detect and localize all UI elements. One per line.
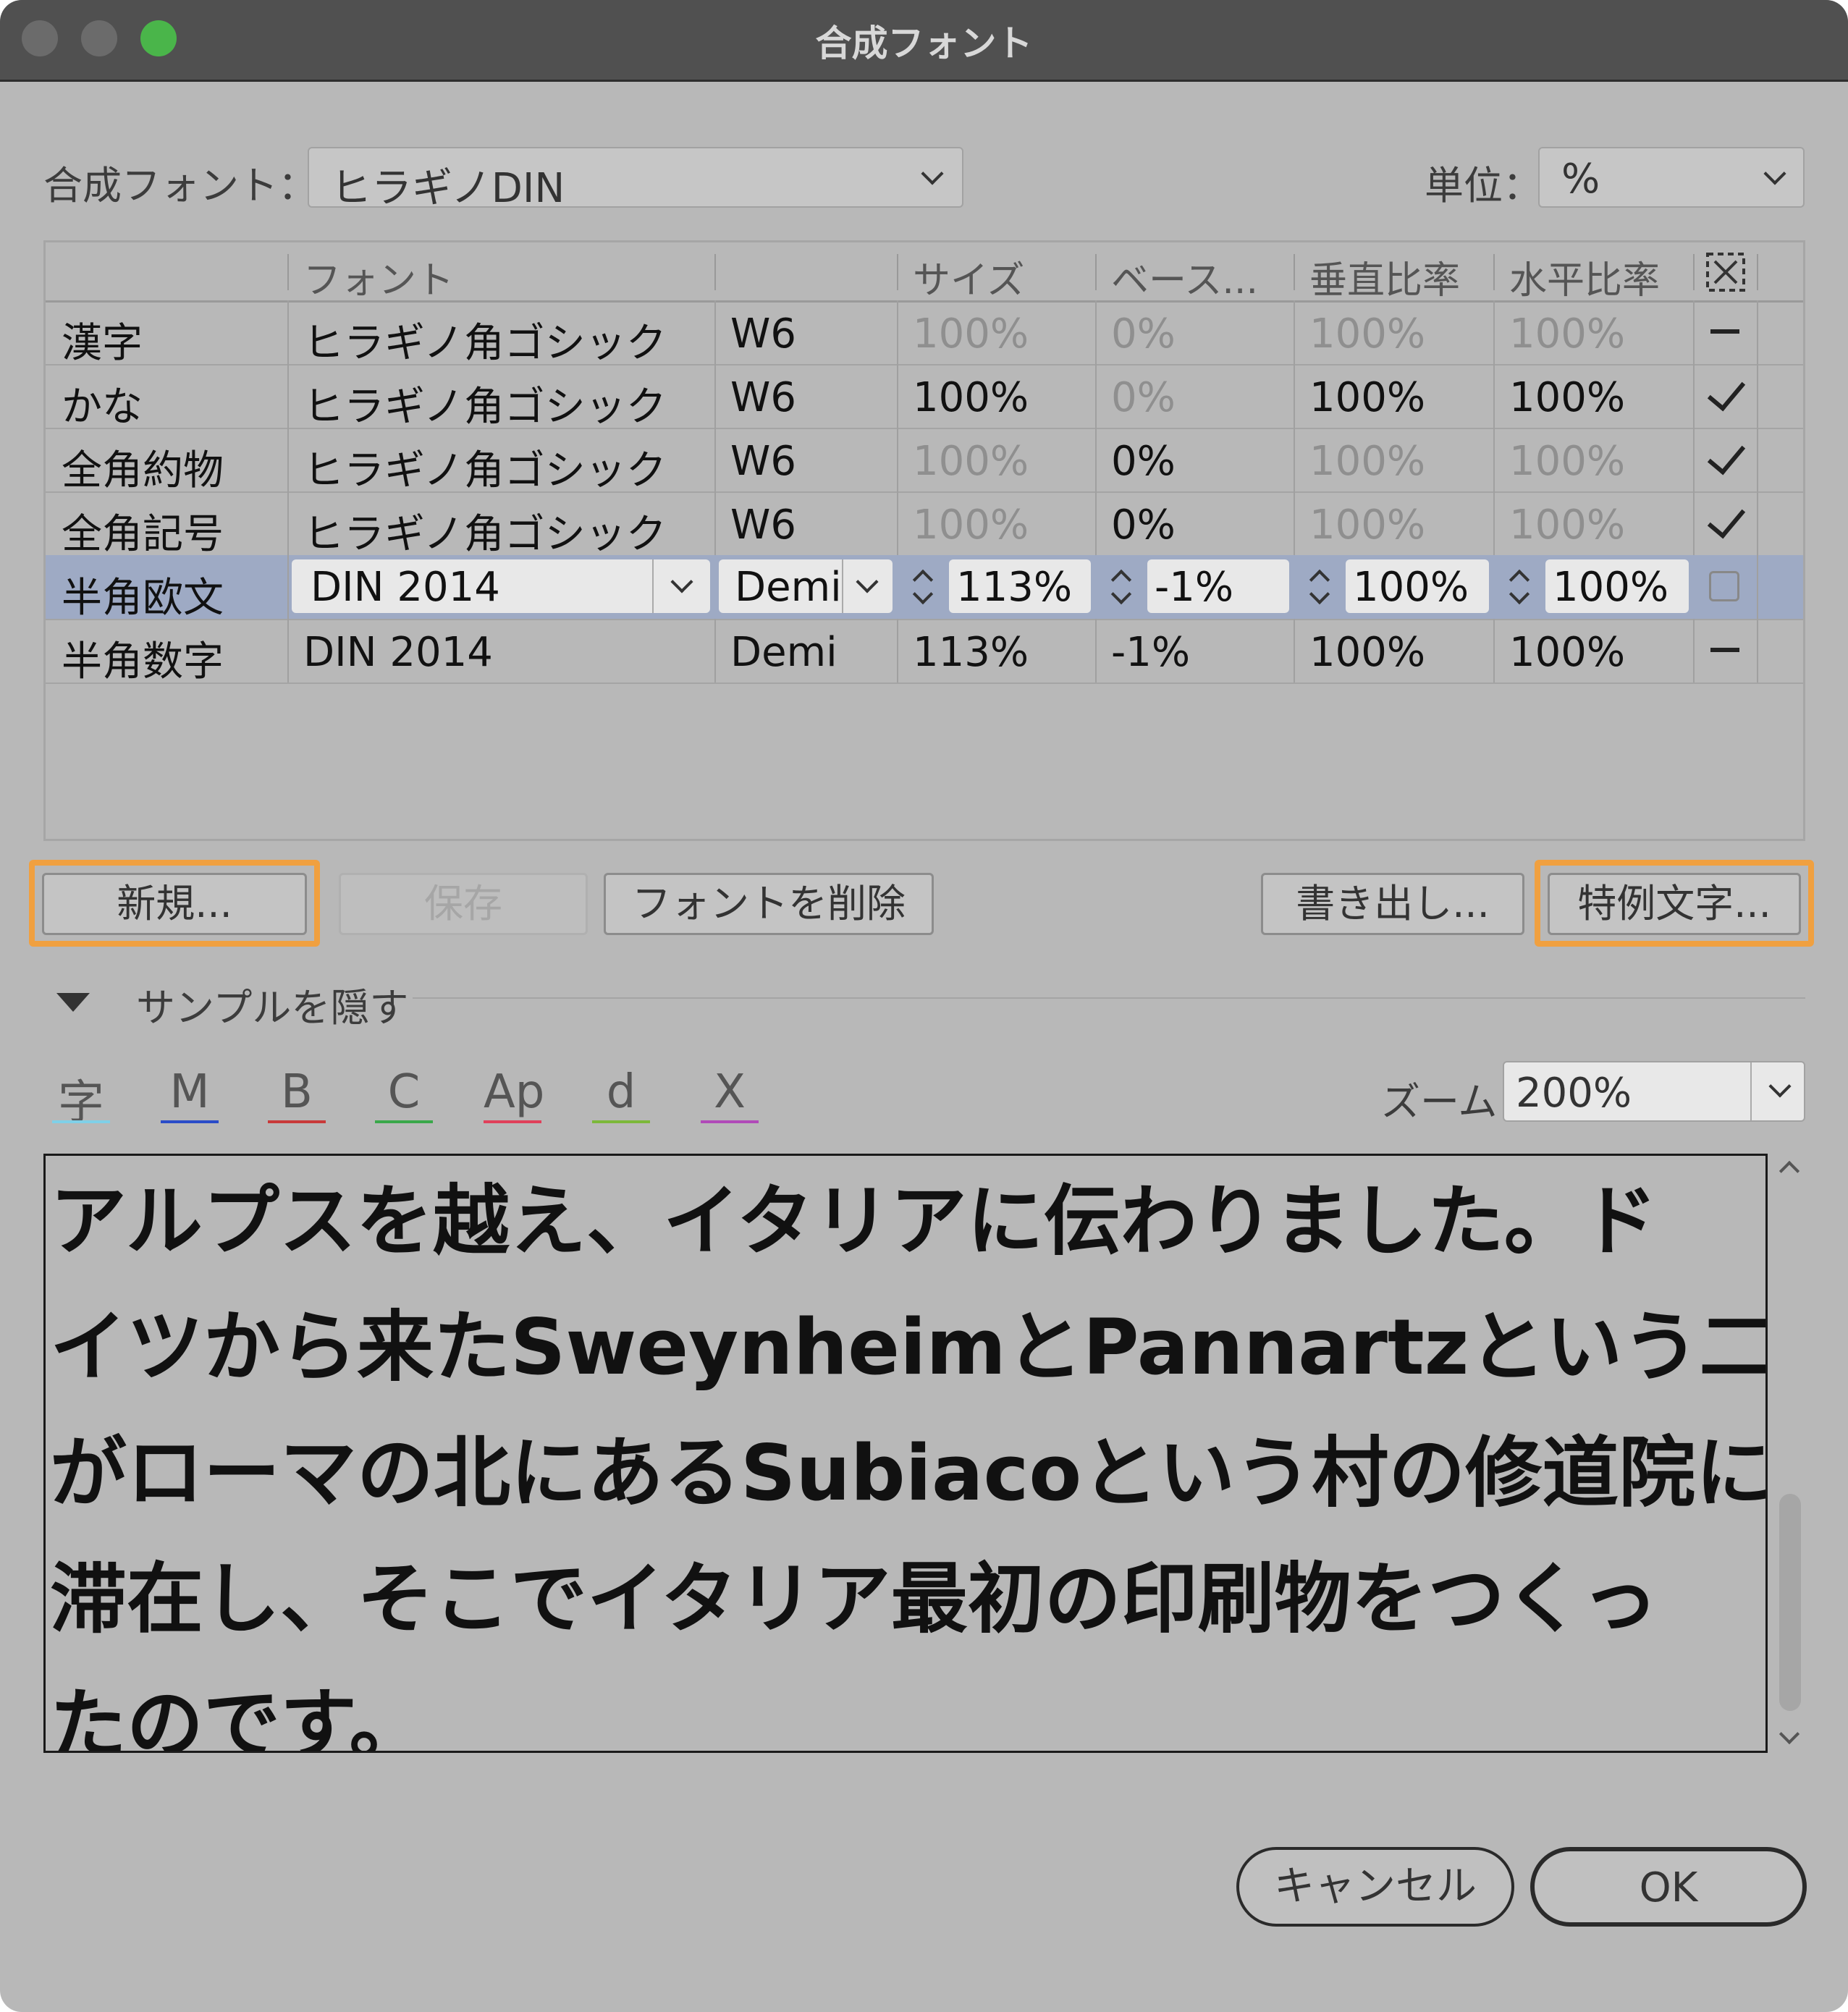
unit-label: 単位： (1425, 163, 1542, 208)
cancel-button[interactable]: キャンセル (1236, 1847, 1514, 1927)
tool-cap-height-icon[interactable]: C (375, 1065, 433, 1119)
delete-font-button[interactable]: フォントを削除 (604, 873, 934, 935)
chevron-down-icon (921, 162, 944, 185)
mixed-state-icon[interactable] (1710, 648, 1739, 652)
table-row[interactable]: かな ヒラギノ角ゴシック W6 100% 0% 100% 100% (46, 364, 1803, 431)
header-horizontal-scale[interactable]: 水平比率 (1509, 250, 1660, 304)
tool-em-box-icon[interactable]: M (161, 1065, 219, 1119)
horizontal-scale-field[interactable]: 100% (1545, 559, 1689, 613)
tool-baseline-icon[interactable]: B (268, 1065, 326, 1119)
chevron-down-icon (1763, 162, 1786, 185)
font-table: フォント サイズ ベース... 垂直比率 水平比率 漢字 ヒラギノ角ゴシック W… (43, 240, 1805, 841)
hide-sample-toggle[interactable]: サンプルを隠す (136, 976, 408, 1033)
header-size[interactable]: サイズ (913, 250, 1024, 304)
baseline-stepper[interactable] (1098, 559, 1144, 613)
dialog-window: 合成フォント 合成フォント： ヒラギノDIN 単位： % フォント サイズ ベー… (0, 0, 1848, 2012)
disclosure-triangle-icon[interactable] (55, 992, 91, 1013)
chevron-down-icon (670, 570, 693, 593)
sample-preview: アルプスを越え、イタリアに伝わりました。ド イツから来たSweynheimとPa… (43, 1154, 1768, 1753)
scale-checkbox[interactable] (1709, 571, 1739, 601)
composite-font-value: ヒラギノDIN (331, 165, 565, 212)
size-field[interactable]: 113% (949, 559, 1091, 613)
composite-font-label: 合成フォント： (43, 163, 317, 208)
title-bar: 合成フォント (0, 0, 1848, 82)
table-row-selected[interactable]: 半角欧文 DIN 2014 Demi 113% -1% 100% 100% (46, 555, 1803, 622)
font-style-select[interactable]: Demi (719, 559, 893, 613)
sample-line: アルプスを越え、イタリアに伝わりました。ド (50, 1177, 1658, 1266)
window-title: 合成フォント (815, 22, 1033, 64)
special-characters-button[interactable]: 特例文字... (1548, 873, 1801, 935)
unit-select[interactable]: % (1538, 147, 1805, 208)
tool-x-height-icon[interactable]: X (701, 1065, 759, 1119)
checkmark-icon[interactable] (1707, 435, 1746, 475)
chevron-down-icon (856, 570, 879, 593)
save-button[interactable]: 保存 (339, 873, 588, 935)
checkmark-icon[interactable] (1707, 371, 1746, 412)
size-stepper[interactable] (900, 559, 946, 613)
tool-descender-icon[interactable]: d (592, 1065, 650, 1119)
scroll-thumb[interactable] (1779, 1494, 1801, 1711)
scroll-up-icon[interactable] (1779, 1160, 1800, 1182)
scroll-down-icon[interactable] (1779, 1723, 1800, 1745)
checkmark-icon[interactable] (1707, 499, 1746, 539)
scrollbar[interactable] (1773, 1154, 1805, 1753)
unit-value: % (1561, 156, 1600, 203)
sample-line: がローマの北にあるSubiacoという村の修道院に (50, 1429, 1768, 1518)
horizontal-scale-stepper[interactable] (1496, 559, 1543, 613)
tool-ascender-icon[interactable]: Ap (484, 1065, 544, 1119)
header-font[interactable]: フォント (303, 250, 454, 304)
table-header: フォント サイズ ベース... 垂直比率 水平比率 (46, 242, 1803, 303)
composite-font-select[interactable]: ヒラギノDIN (308, 147, 963, 212)
mixed-state-icon[interactable] (1710, 329, 1739, 334)
baseline-field[interactable]: -1% (1147, 559, 1289, 613)
table-row[interactable]: 全角記号 ヒラギノ角ゴシック W6 100% 0% 100% 100% (46, 491, 1803, 558)
vertical-scale-field[interactable]: 100% (1346, 559, 1489, 613)
export-button[interactable]: 書き出し... (1261, 873, 1524, 935)
sample-line: 滞在し、そこでイタリア最初の印刷物をつくっ (50, 1555, 1658, 1644)
vertical-scale-stepper[interactable] (1296, 559, 1343, 613)
table-row[interactable]: 半角数字 DIN 2014 Demi 113% -1% 100% 100% (46, 619, 1803, 685)
table-row[interactable]: 漢字 ヒラギノ角ゴシック W6 100% 0% 100% 100% (46, 300, 1803, 367)
separator (413, 997, 1805, 999)
zoom-select[interactable]: 200% (1503, 1061, 1805, 1122)
chevron-down-icon (1768, 1075, 1792, 1098)
zoom-value: 200% (1516, 1070, 1632, 1117)
font-family-select[interactable]: DIN 2014 (292, 559, 710, 613)
sample-line: たのです。 (50, 1681, 426, 1753)
table-row[interactable]: 全角約物 ヒラギノ角ゴシック W6 100% 0% 100% 100% (46, 428, 1803, 494)
ok-button[interactable]: OK (1530, 1847, 1807, 1927)
new-button[interactable]: 新規... (42, 873, 307, 935)
sample-line: イツから来たSweynheimとPannartzという二人 (50, 1303, 1768, 1392)
scale-to-fit-icon[interactable] (1705, 251, 1747, 293)
header-vertical-scale[interactable]: 垂直比率 (1309, 250, 1460, 304)
header-baseline[interactable]: ベース... (1111, 250, 1258, 304)
zoom-label: ズーム (1381, 1079, 1498, 1125)
